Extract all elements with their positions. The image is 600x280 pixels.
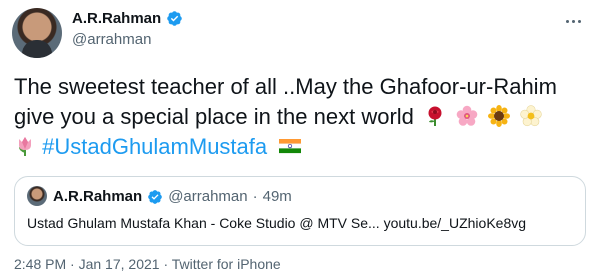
hashtag-link[interactable]: #UstadGhulamMustafa	[42, 134, 267, 159]
quoted-tweet-text: Ustad Ghulam Mustafa Khan - Coke Studio …	[27, 215, 527, 231]
tweet-line-2: give you a special place in the next wor…	[14, 102, 586, 132]
tweet-line-2-text: give you a special place in the next wor…	[14, 104, 414, 129]
quoted-author-handle: @arrahman	[168, 188, 248, 205]
author-avatar[interactable]	[12, 8, 62, 58]
tweet-date[interactable]: Jan 17, 2021	[79, 256, 160, 272]
quoted-tweet-header: A.R.Rahman @arrahman · 49m	[53, 188, 292, 205]
quoted-verified-badge-icon	[148, 189, 163, 204]
quoted-tweet-card[interactable]: A.R.Rahman @arrahman · 49m Ustad Ghulam …	[14, 176, 586, 246]
quoted-tweet-age: 49m	[262, 188, 292, 205]
rose-emoji-icon	[428, 106, 442, 126]
quoted-author-name: A.R.Rahman	[53, 188, 143, 205]
tweet-footer: 2:48 PM · Jan 17, 2021 · Twitter for iPh…	[14, 256, 281, 272]
author-name-row: A.R.Rahman	[72, 10, 183, 27]
tweet-source[interactable]: Twitter for iPhone	[172, 256, 281, 272]
quoted-author-avatar	[27, 186, 47, 206]
more-options-icon[interactable]	[562, 12, 584, 30]
author-display-name[interactable]: A.R.Rahman	[72, 10, 161, 27]
verified-badge-icon	[167, 11, 182, 26]
sunflower-emoji-icon	[488, 105, 511, 127]
tulip-emoji-icon	[19, 137, 31, 156]
footer-separator-2: ·	[163, 256, 169, 272]
tweet-time[interactable]: 2:48 PM	[14, 256, 66, 272]
quoted-separator: ·	[252, 188, 258, 205]
footer-separator-1: ·	[70, 256, 75, 272]
blossom-emoji-icon	[520, 105, 543, 127]
author-handle[interactable]: @arrahman	[72, 31, 151, 48]
tweet-text: The sweetest teacher of all ..May the Gh…	[14, 72, 586, 162]
india-flag-emoji-icon	[279, 139, 302, 154]
cherry-blossom-emoji-icon	[456, 105, 478, 126]
tweet-line-3: #UstadGhulamMustafa	[14, 132, 586, 162]
tweet-line-1: The sweetest teacher of all ..May the Gh…	[14, 74, 557, 99]
